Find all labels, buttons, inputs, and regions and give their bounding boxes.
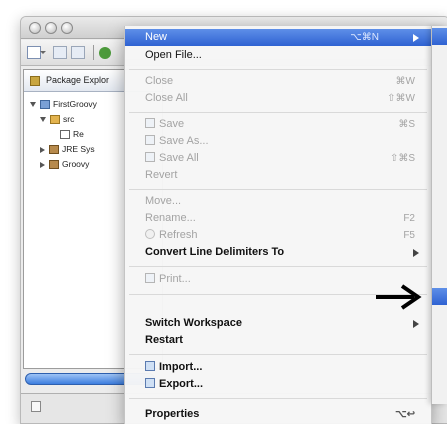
menu-item-import[interactable]: Import...	[125, 359, 431, 376]
package-icon	[60, 130, 70, 140]
import-icon	[145, 361, 155, 371]
close-window-button[interactable]	[29, 22, 41, 34]
tree-item-groovy[interactable]: Groovy	[40, 159, 89, 173]
menu-separator	[129, 398, 427, 399]
menu-item-properties[interactable]: Properties ⌥↩	[125, 406, 431, 423]
menu-item-export[interactable]: Export...	[125, 376, 431, 393]
menu-item-label: Close	[145, 75, 174, 87]
menu-item-label: New	[145, 31, 168, 43]
export-icon	[145, 378, 155, 388]
tree-item-label: Groovy	[62, 159, 90, 169]
submenu-arrow-icon	[413, 320, 419, 328]
submenu-arrow-icon	[413, 249, 419, 257]
refresh-icon	[145, 229, 155, 239]
menu-item-label: Save All	[159, 152, 199, 164]
save-icon	[145, 118, 155, 128]
menu-item-refresh[interactable]: Refresh F5	[125, 227, 431, 244]
menu-item-label: Open File...	[145, 49, 202, 61]
save-icon[interactable]	[53, 46, 67, 59]
collapse-triangle-icon[interactable]	[40, 161, 45, 168]
tree-item-label: Re	[73, 129, 84, 139]
menu-item-save-as[interactable]: Save As...	[125, 133, 431, 150]
tree-item-label: FirstGroovy	[53, 99, 97, 109]
minimize-window-button[interactable]	[45, 22, 57, 34]
right-arrow-icon	[376, 284, 422, 310]
menu-item-new[interactable]: New ⌥⌘N	[125, 29, 431, 46]
menu-item-revert[interactable]: Revert	[125, 167, 431, 184]
menu-item-move[interactable]: Move...	[125, 193, 431, 210]
menu-item-label: Properties	[145, 408, 200, 420]
menu-item-save[interactable]: Save ⌘S	[125, 116, 431, 133]
menu-item-save-all[interactable]: Save All ⇧⌘S	[125, 150, 431, 167]
menu-item-label: Save As...	[159, 135, 209, 147]
submenu-arrow-icon	[413, 34, 419, 42]
menu-item-label: Move...	[145, 195, 182, 207]
menu-item-label: Restart	[145, 334, 183, 346]
toolbar-separator	[93, 45, 94, 60]
menu-item-label: Import...	[159, 361, 203, 373]
menu-item-open-file[interactable]: Open File...	[125, 47, 431, 64]
menu-item-shortcut: ⇧⌘S	[389, 153, 415, 164]
menu-item-label: Revert	[145, 169, 178, 181]
menu-item-close[interactable]: Close ⌘W	[125, 73, 431, 90]
menu-separator	[129, 189, 427, 190]
menu-item-shortcut: ⌘S	[398, 119, 415, 130]
zoom-window-button[interactable]	[61, 22, 73, 34]
menu-item-restart[interactable]: Restart	[125, 332, 431, 349]
file-menu: New ⌥⌘N Open File... Close ⌘W Close All …	[124, 26, 432, 424]
print-icon	[145, 273, 155, 283]
menu-item-label: Export...	[159, 378, 204, 390]
menu-item-rename[interactable]: Rename... F2	[125, 210, 431, 227]
menu-item-label: Switch Workspace	[145, 317, 242, 329]
package-explorer-tab-label: Package Explor	[46, 75, 110, 85]
menu-item-switch-workspace[interactable]: Switch Workspace	[125, 315, 431, 332]
tree-item-package[interactable]: Re	[60, 129, 84, 143]
submenu-highlighted-item[interactable]	[432, 288, 447, 305]
menu-item-label: Convert Line Delimiters To	[145, 246, 285, 258]
menu-item-close-all[interactable]: Close All ⇧⌘W	[125, 90, 431, 107]
menu-item-label: Refresh	[159, 229, 198, 241]
tree-item-jre[interactable]: JRE Sys	[40, 144, 95, 158]
menu-item-shortcut: ⇧⌘W	[387, 93, 415, 104]
project-icon	[40, 100, 50, 110]
tree-item-label: src	[63, 114, 75, 124]
library-icon	[49, 145, 59, 155]
tree-item-project[interactable]: FirstGroovy	[30, 99, 97, 113]
new-wizard-icon[interactable]	[27, 46, 46, 59]
menu-item-convert-line-delimiters[interactable]: Convert Line Delimiters To	[125, 244, 431, 261]
fast-view-icon[interactable]	[31, 401, 41, 412]
menu-item-shortcut: ⌥↩	[395, 409, 415, 420]
menu-item-shortcut: ⌥⌘N	[350, 32, 379, 43]
menu-separator	[129, 266, 427, 267]
print-icon[interactable]	[71, 46, 85, 59]
menu-item-shortcut: ⌘W	[395, 76, 415, 87]
menu-item-shortcut: F5	[403, 230, 415, 241]
menu-item-label: Save	[159, 118, 185, 130]
run-icon[interactable]	[99, 47, 111, 59]
collapse-triangle-icon[interactable]	[40, 146, 45, 153]
package-explorer-icon	[30, 76, 40, 86]
menu-item-label: Print...	[159, 273, 191, 285]
menu-separator	[129, 354, 427, 355]
menu-separator	[129, 69, 427, 70]
tree-item-src[interactable]: src	[40, 114, 74, 128]
save-as-icon	[145, 135, 155, 145]
submenu-highlighted-item[interactable]	[432, 28, 447, 45]
save-all-icon	[145, 152, 155, 162]
menu-item-label: Rename...	[145, 212, 196, 224]
menu-item-shortcut: F2	[403, 213, 415, 224]
menu-separator	[129, 112, 427, 113]
menu-item-label: Close All	[145, 92, 188, 104]
submenu-edge	[431, 26, 447, 404]
expand-triangle-icon[interactable]	[30, 102, 36, 108]
tree-item-label: JRE Sys	[62, 144, 95, 154]
library-icon	[49, 160, 59, 170]
expand-triangle-icon[interactable]	[40, 117, 46, 123]
source-folder-icon	[50, 115, 60, 125]
